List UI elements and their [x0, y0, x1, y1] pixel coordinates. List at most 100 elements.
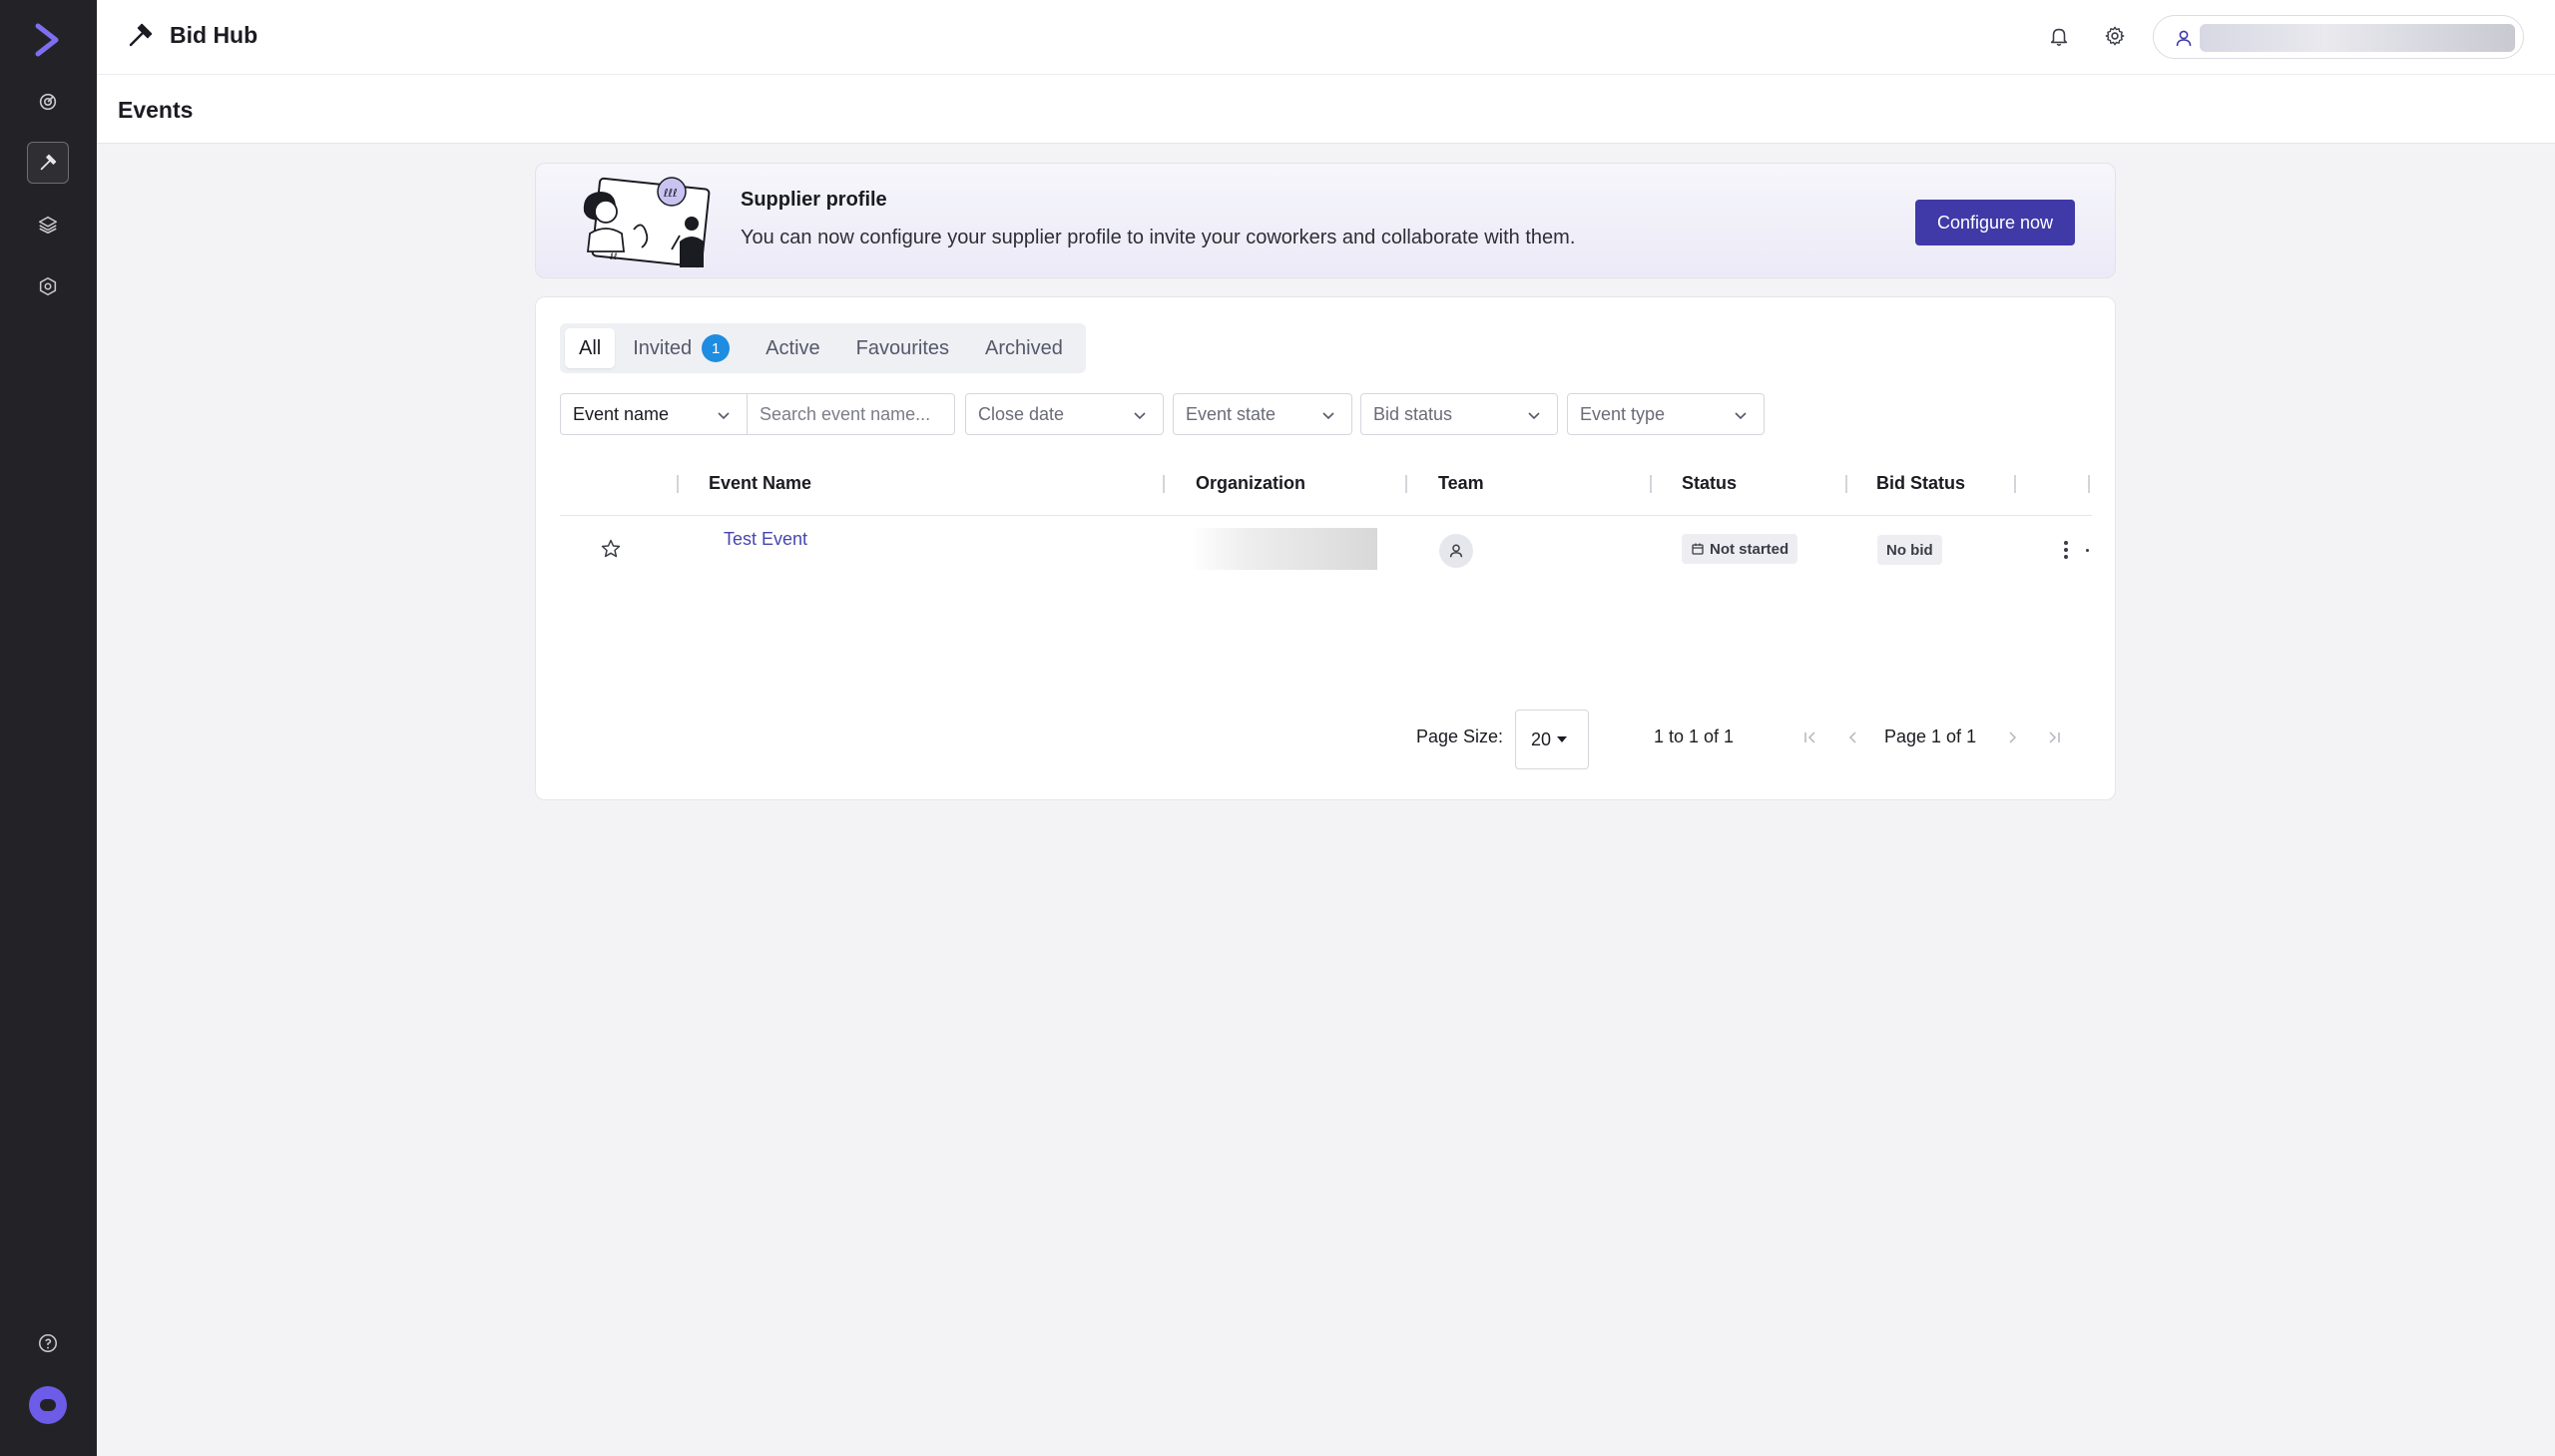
user-menu[interactable] [2153, 15, 2524, 59]
gavel-icon [40, 154, 57, 171]
supplier-profile-banner: ℓℓℓ ℓℓ Supplier profile You can now conf… [535, 163, 2116, 278]
organization-redacted [1190, 528, 1377, 570]
help-icon [38, 1333, 58, 1353]
chevron-down-icon [718, 412, 730, 420]
column-header-bid-status[interactable]: Bid Status [1876, 473, 1965, 494]
column-header-status[interactable]: Status [1682, 473, 1737, 494]
chevron-right-icon [2009, 731, 2017, 743]
tab-label: All [579, 336, 602, 359]
first-page-button[interactable] [1799, 727, 1821, 748]
page-header: Events [97, 75, 2555, 144]
notifications-button[interactable] [2045, 22, 2073, 50]
rail-bidhub-button[interactable] [27, 142, 69, 184]
team-avatar[interactable] [1439, 534, 1473, 568]
tab-label: Active [766, 336, 820, 359]
tab-favourites[interactable]: Favourites [838, 328, 967, 368]
column-resize-handle[interactable] [677, 475, 679, 493]
app-title: Bid Hub [170, 22, 258, 48]
events-card: All Invited 1 Active Favourites Archived … [535, 296, 2116, 800]
favourite-star-icon[interactable] [599, 537, 623, 561]
column-resize-handle[interactable] [1405, 475, 1407, 493]
event-state-filter[interactable]: Event state [1173, 393, 1352, 435]
chat-icon [40, 1399, 56, 1411]
column-resize-handle[interactable] [1163, 475, 1165, 493]
next-page-button[interactable] [2001, 727, 2023, 748]
configure-now-button[interactable]: Configure now [1915, 200, 2075, 245]
gear-icon [2105, 26, 2125, 46]
tab-label: Archived [985, 336, 1063, 359]
last-page-icon [2049, 731, 2060, 743]
caret-down-icon [1557, 736, 1568, 742]
user-name-redacted [2200, 24, 2515, 52]
layers-icon [38, 216, 58, 235]
search-field-value: Event name [573, 403, 670, 424]
tab-archived[interactable]: Archived [967, 328, 1081, 368]
chevron-down-icon [1322, 412, 1334, 420]
event-type-filter[interactable]: Event type [1567, 393, 1765, 435]
page-indicator: Page 1 of 1 [1884, 727, 1977, 746]
banner-title: Supplier profile [741, 189, 887, 211]
row-overflow-dot [2086, 549, 2089, 552]
tab-active[interactable]: Active [748, 328, 837, 368]
analytics-icon [39, 93, 57, 111]
settings-button[interactable] [2101, 22, 2129, 50]
user-icon [1449, 544, 1463, 558]
table-header-divider [560, 515, 2092, 516]
column-header-organization[interactable]: Organization [1196, 473, 1305, 494]
rail-integrations-button[interactable] [27, 265, 69, 307]
column-header-event-name[interactable]: Event Name [709, 473, 811, 494]
last-page-button[interactable] [2043, 727, 2065, 748]
more-vertical-icon [2064, 541, 2068, 559]
row-actions-button[interactable] [2056, 537, 2076, 563]
banner-text: You can now configure your supplier prof… [741, 227, 1576, 248]
page-size-select[interactable]: 20 [1515, 710, 1589, 769]
page-title: Events [118, 97, 194, 123]
chat-button[interactable] [29, 1386, 67, 1424]
tab-label: Invited [633, 336, 693, 359]
integrations-icon [39, 276, 57, 296]
chevron-down-icon [1528, 412, 1540, 420]
supplier-illustration: ℓℓℓ ℓℓ [583, 177, 711, 268]
first-page-icon [1804, 731, 1815, 743]
column-resize-handle[interactable] [2088, 475, 2090, 493]
tab-all[interactable]: All [565, 328, 616, 368]
status-badge: Not started [1682, 534, 1798, 564]
search-input[interactable]: Search event name... [747, 393, 955, 435]
left-rail [0, 0, 97, 1456]
event-type-label: Event type [1580, 403, 1666, 424]
event-tabs: All Invited 1 Active Favourites Archived [560, 323, 1086, 373]
page-size-value: 20 [1531, 728, 1552, 749]
page-size-label: Page Size: [1416, 727, 1504, 746]
previous-page-button[interactable] [1842, 727, 1864, 748]
column-header-team[interactable]: Team [1438, 473, 1484, 494]
logo-chevron-icon[interactable] [30, 22, 66, 58]
status-text: Not started [1710, 540, 1789, 558]
column-resize-handle[interactable] [1845, 475, 1847, 493]
rail-layers-button[interactable] [27, 204, 69, 245]
svg-text:ℓℓ: ℓℓ [609, 252, 617, 262]
column-resize-handle[interactable] [2014, 475, 2016, 493]
close-date-label: Close date [978, 403, 1065, 424]
search-field-select[interactable]: Event name [560, 393, 748, 435]
rail-analytics-button[interactable] [27, 81, 69, 123]
calendar-icon [1692, 543, 1704, 555]
chevron-down-icon [1134, 412, 1146, 420]
tab-invited[interactable]: Invited 1 [615, 328, 748, 368]
bid-status-filter[interactable]: Bid status [1360, 393, 1558, 435]
bell-icon [2050, 28, 2068, 46]
tab-label: Favourites [855, 336, 950, 359]
event-name-link[interactable]: Test Event [724, 529, 807, 550]
rail-help-button[interactable] [27, 1322, 69, 1364]
chevron-down-icon [1735, 412, 1747, 420]
event-state-label: Event state [1186, 403, 1277, 424]
gavel-icon [129, 23, 153, 47]
user-icon [2176, 30, 2192, 47]
close-date-filter[interactable]: Close date [965, 393, 1164, 435]
bid-status-label: Bid status [1373, 403, 1453, 424]
column-resize-handle[interactable] [1650, 475, 1652, 493]
bid-status-badge: No bid [1877, 535, 1942, 565]
invited-count-badge: 1 [702, 334, 731, 362]
chevron-left-icon [1848, 731, 1856, 743]
search-placeholder: Search event name... [760, 403, 931, 424]
svg-text:ℓℓℓ: ℓℓℓ [663, 187, 678, 200]
